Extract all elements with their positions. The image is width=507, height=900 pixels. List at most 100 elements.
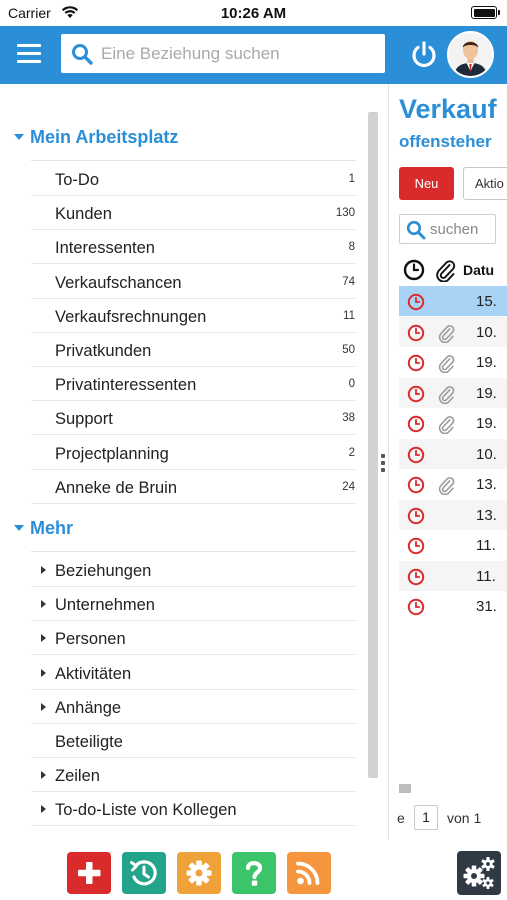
power-icon[interactable] <box>409 40 439 70</box>
sidebar-item-count: 24 <box>342 480 355 493</box>
sidebar-item-label: Interessenten <box>55 239 155 258</box>
table-row[interactable]: 10. <box>399 316 507 347</box>
sidebar-item-label: Aktivitäten <box>55 664 132 683</box>
sidebar-item[interactable]: Verkaufsrechnungen 11 <box>31 299 356 333</box>
table-row[interactable]: 11. <box>399 560 507 591</box>
action-button[interactable]: Aktio <box>463 167 507 200</box>
history-button[interactable] <box>122 852 166 894</box>
sidebar-scrollbar[interactable] <box>368 112 378 778</box>
hamburger-menu-icon[interactable] <box>17 43 41 65</box>
sidebar-item[interactable]: Verkaufschancen 74 <box>31 265 356 299</box>
sidebar-item[interactable]: Personen <box>31 621 356 656</box>
table-row[interactable]: 10. <box>399 438 507 469</box>
horizontal-scrollbar[interactable] <box>399 784 411 793</box>
sidebar-item[interactable]: Projectplanning 2 <box>31 436 356 470</box>
rss-icon <box>296 861 320 885</box>
add-button[interactable] <box>67 852 111 894</box>
sidebar-item-label: Verkaufsrechnungen <box>55 307 207 326</box>
clock-icon <box>407 446 425 469</box>
sidebar-item[interactable]: Interessenten 8 <box>31 230 356 265</box>
caret-right-icon <box>41 600 46 609</box>
row-date: 11. <box>476 567 496 585</box>
sidebar-item-label: Beteiligte <box>55 733 123 751</box>
clock-column-icon[interactable] <box>403 258 425 282</box>
row-date: 11. <box>476 537 496 554</box>
settings-icon <box>186 860 212 886</box>
sidebar-item-label: Anneke de Bruin <box>55 478 178 497</box>
sidebar-item-label: Unternehmen <box>55 596 155 615</box>
search-icon <box>406 220 426 240</box>
caret-down-icon <box>14 525 24 531</box>
rss-button[interactable] <box>287 852 331 894</box>
sidebar-item-label: Beziehungen <box>55 562 152 580</box>
sidebar-item-count: 8 <box>348 241 355 254</box>
sidebar-item-label: Projectplanning <box>55 444 169 463</box>
table-row[interactable]: 31. <box>399 591 507 621</box>
caret-right-icon <box>41 702 46 711</box>
sidebar: Mein Arbeitsplatz To-Do 1 Kunden 130 Interes… <box>0 84 385 840</box>
table-row[interactable]: 15. <box>399 286 507 316</box>
help-button[interactable] <box>232 852 276 894</box>
sidebar-item[interactable]: Anhänge <box>31 690 356 724</box>
date-column-header[interactable]: Datu <box>463 262 494 278</box>
table-row[interactable]: 19. <box>399 377 507 408</box>
sidebar-item[interactable]: Aktivitäten <box>31 656 356 690</box>
sidebar-item-label: Privatkunden <box>55 342 152 360</box>
clock: 10:26 AM <box>220 5 287 22</box>
clock-icon <box>407 293 425 316</box>
bottom-toolbar <box>0 840 507 900</box>
sidebar-item-count: 2 <box>348 446 355 459</box>
row-date: 19. <box>476 415 497 432</box>
clock-icon <box>407 598 425 621</box>
sidebar-item[interactable]: Beteiligte <box>31 724 356 758</box>
sidebar-item-count: 74 <box>342 275 355 288</box>
row-date: 13. <box>476 506 497 524</box>
settings-button[interactable] <box>177 852 221 894</box>
sidebar-item-label: To-Do <box>55 171 100 189</box>
clock-icon <box>407 537 425 560</box>
pager-label: e <box>397 810 405 826</box>
sidebar-item[interactable]: Beziehungen <box>31 553 356 587</box>
sidebar-item[interactable]: Support 38 <box>31 401 356 436</box>
table-row[interactable]: 19. <box>399 347 507 377</box>
sidebar-item-label: Support <box>55 410 113 429</box>
sidebar-item[interactable]: Anneke de Bruin 24 <box>31 470 356 504</box>
clock-icon <box>407 324 425 347</box>
section-my-workspace[interactable]: Mein Arbeitsplatz <box>14 127 178 148</box>
status-bar: Carrier 10:26 AM <box>0 0 507 26</box>
section-more[interactable]: Mehr <box>14 518 73 539</box>
sidebar-item[interactable]: Kunden 130 <box>31 196 356 231</box>
paperclip-column-icon[interactable] <box>434 258 456 282</box>
divider <box>31 160 356 161</box>
table-row[interactable]: 13. <box>399 469 507 499</box>
page-number-input[interactable]: 1 <box>414 805 438 830</box>
section-title: Mehr <box>30 518 74 538</box>
sidebar-item[interactable]: Zeilen <box>31 758 356 793</box>
caret-right-icon <box>41 634 46 643</box>
history-icon <box>130 860 157 886</box>
clock-icon <box>407 385 425 408</box>
table-row[interactable]: 11. <box>399 530 507 560</box>
avatar[interactable] <box>447 31 494 78</box>
relationship-search <box>61 34 385 73</box>
splitter-grip-icon[interactable] <box>380 452 386 474</box>
row-date: 19. <box>476 354 497 371</box>
sidebar-item[interactable]: Privatkunden 50 <box>31 333 356 367</box>
table-row[interactable]: 19. <box>399 408 507 438</box>
sidebar-item[interactable]: To-Do 1 <box>31 162 356 196</box>
sidebar-item[interactable]: Unternehmen <box>31 587 356 622</box>
section-title: Mein Arbeitsplatz <box>30 127 179 147</box>
panel-search-input[interactable] <box>430 215 494 243</box>
admin-settings-button[interactable] <box>457 851 501 895</box>
sidebar-item-label: Privatinteressenten <box>55 376 197 395</box>
search-icon <box>72 44 93 65</box>
sidebar-item[interactable]: Privatinteressenten 0 <box>31 367 356 402</box>
new-button[interactable]: Neu <box>399 167 454 200</box>
table-row[interactable]: 13. <box>399 499 507 530</box>
paperclip-icon <box>437 353 455 378</box>
sidebar-item[interactable]: To-do-Liste von Kollegen <box>31 792 356 827</box>
user-avatar-icon <box>449 33 492 76</box>
search-input[interactable] <box>101 34 371 73</box>
sidebar-item-count: 130 <box>335 207 355 220</box>
help-icon <box>245 861 263 886</box>
